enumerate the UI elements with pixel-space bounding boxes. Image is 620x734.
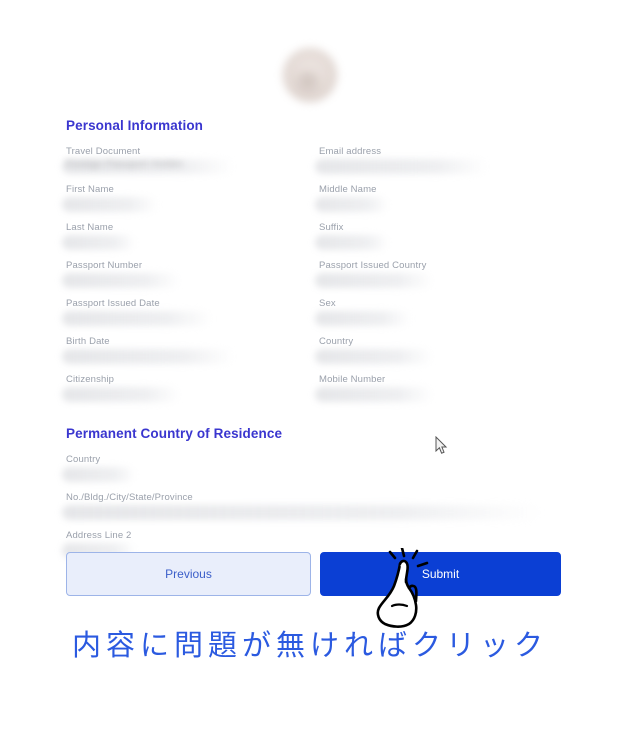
field-last-name[interactable]: Last Name bbox=[62, 222, 319, 250]
registration-review-form: Personal Information Travel Document For… bbox=[62, 118, 561, 568]
section-title-residence: Permanent Country of Residence bbox=[66, 426, 283, 441]
field-passport-issued-country[interactable]: Passport Issued Country bbox=[315, 260, 561, 288]
field-label: Birth Date bbox=[66, 336, 110, 347]
field-value bbox=[319, 159, 561, 171]
field-passport-issued-date[interactable]: Passport Issued Date bbox=[62, 298, 319, 326]
field-value bbox=[66, 311, 319, 323]
personal-left-column: Travel Document Foreign Passport Holder … bbox=[62, 146, 319, 412]
field-value bbox=[66, 387, 319, 399]
avatar-container bbox=[0, 48, 620, 102]
field-birth-date[interactable]: Birth Date bbox=[62, 336, 319, 364]
field-value bbox=[66, 505, 561, 517]
field-label: Sex bbox=[319, 298, 336, 309]
field-label: Last Name bbox=[66, 222, 114, 233]
avatar bbox=[283, 48, 337, 102]
field-label: Citizenship bbox=[66, 374, 115, 385]
field-label: No./Bldg./City/State/Province bbox=[66, 492, 193, 503]
field-value bbox=[66, 235, 319, 247]
field-label: First Name bbox=[66, 184, 114, 195]
field-value bbox=[66, 467, 561, 479]
field-label: Passport Issued Country bbox=[319, 260, 427, 271]
field-label: Country bbox=[319, 336, 354, 347]
field-label: Email address bbox=[319, 146, 382, 157]
field-label: Passport Issued Date bbox=[66, 298, 160, 309]
field-value bbox=[319, 197, 561, 209]
field-travel-document[interactable]: Travel Document Foreign Passport Holder bbox=[62, 146, 319, 174]
field-value bbox=[319, 311, 561, 323]
field-value bbox=[319, 387, 561, 399]
field-passport-number[interactable]: Passport Number bbox=[62, 260, 319, 288]
personal-information-grid: Travel Document Foreign Passport Holder … bbox=[62, 146, 561, 412]
field-value bbox=[66, 349, 319, 361]
form-actions: Previous Submit bbox=[66, 552, 561, 596]
annotation-text: 内容に問題が無ければクリック bbox=[71, 628, 548, 662]
field-suffix[interactable]: Suffix bbox=[315, 222, 561, 250]
field-email-address[interactable]: Email address bbox=[315, 146, 561, 174]
field-residence-country[interactable]: Country bbox=[62, 454, 561, 482]
field-middle-name[interactable]: Middle Name bbox=[315, 184, 561, 212]
field-citizenship[interactable]: Citizenship bbox=[62, 374, 319, 402]
field-value: Foreign Passport Holder bbox=[66, 159, 184, 170]
field-value bbox=[319, 273, 561, 285]
field-first-name[interactable]: First Name bbox=[62, 184, 319, 212]
previous-button[interactable]: Previous bbox=[66, 552, 311, 596]
field-value bbox=[319, 235, 561, 247]
field-mobile-number[interactable]: Mobile Number bbox=[315, 374, 561, 402]
page-title: Personal Information bbox=[66, 118, 204, 133]
field-label: Address Line 2 bbox=[66, 530, 132, 541]
field-sex[interactable]: Sex bbox=[315, 298, 561, 326]
field-label: Suffix bbox=[319, 222, 344, 233]
field-label: Travel Document bbox=[66, 146, 141, 157]
field-label: Country bbox=[66, 454, 101, 465]
field-label: Passport Number bbox=[66, 260, 143, 271]
field-value bbox=[66, 197, 319, 209]
submit-button[interactable]: Submit bbox=[319, 552, 561, 596]
field-label: Middle Name bbox=[319, 184, 377, 195]
personal-right-column: Email address Middle Name Suffix Passpor… bbox=[315, 146, 561, 412]
field-address-line-1[interactable]: No./Bldg./City/State/Province bbox=[62, 492, 561, 520]
field-country[interactable]: Country bbox=[315, 336, 561, 364]
field-value bbox=[66, 273, 319, 285]
field-label: Mobile Number bbox=[319, 374, 386, 385]
field-value bbox=[319, 349, 561, 361]
residence-fields: Country No./Bldg./City/State/Province Ad… bbox=[62, 454, 561, 558]
